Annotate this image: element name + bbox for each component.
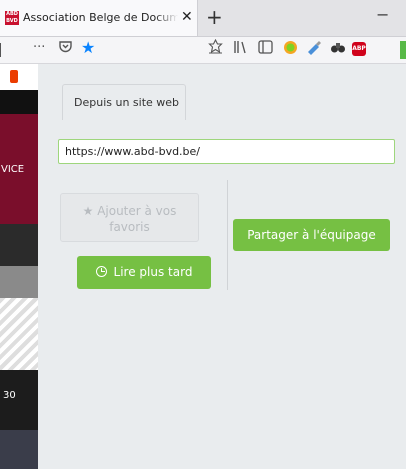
page-footer-dark: 30	[0, 370, 38, 430]
share-with-crew-button[interactable]: Partager à l'équipage	[233, 219, 390, 251]
background-page: VICE 30	[0, 64, 38, 469]
page-section-gray	[0, 266, 38, 298]
page-pattern	[0, 298, 38, 370]
date-text: 30	[3, 390, 16, 401]
extension-partial-icon[interactable]	[400, 41, 406, 59]
divider	[227, 180, 228, 290]
tab-title: Association Belge de Documentation	[23, 11, 178, 24]
page-actions-icon[interactable]: ···	[33, 40, 45, 55]
page-banner: VICE	[0, 114, 38, 224]
url-input[interactable]	[58, 139, 395, 164]
extension-brush-icon[interactable]	[306, 40, 322, 59]
pocket-icon[interactable]	[58, 39, 73, 58]
share-popup: Depuis un site web ★ Ajouter à vos favor…	[38, 64, 406, 469]
add-to-favorites-button[interactable]: ★ Ajouter à vos favoris	[60, 193, 199, 242]
page-header	[0, 64, 38, 90]
site-favicon: ABD BVD	[5, 11, 19, 25]
browser-toolbar: ··· ★ ABP	[0, 37, 406, 64]
page-nav-bar	[0, 90, 38, 114]
tab-strip: ABD BVD Association Belge de Documentati…	[0, 0, 406, 37]
page-section-dark	[0, 224, 38, 266]
clock-icon	[95, 266, 107, 277]
extension-globe-icon[interactable]	[283, 40, 298, 59]
read-later-button[interactable]: Lire plus tard	[77, 256, 211, 289]
sidebar-icon[interactable]	[258, 40, 273, 58]
adblock-plus-icon[interactable]: ABP	[352, 42, 366, 56]
tab-from-website[interactable]: Depuis un site web	[62, 84, 186, 120]
browser-tab[interactable]: ABD BVD Association Belge de Documentati…	[0, 0, 198, 36]
minimize-button[interactable]: −	[376, 5, 389, 24]
close-tab-icon[interactable]: ✕	[181, 9, 193, 25]
page-footer	[0, 430, 38, 469]
tab-from-website-label: Depuis un site web	[74, 96, 180, 109]
bookmark-star-icon[interactable]: ★	[81, 38, 95, 57]
read-later-label: Lire plus tard	[113, 265, 193, 279]
library-icon[interactable]	[233, 40, 249, 58]
extension-binoculars-icon[interactable]	[330, 40, 346, 59]
separator	[0, 43, 4, 57]
add-to-favorites-label: Ajouter à vos favoris	[97, 204, 177, 234]
office-icon	[10, 70, 18, 83]
new-tab-button[interactable]: +	[206, 5, 223, 29]
star-icon: ★	[82, 204, 94, 218]
banner-text: VICE	[1, 164, 25, 175]
reading-list-icon[interactable]	[208, 38, 223, 58]
